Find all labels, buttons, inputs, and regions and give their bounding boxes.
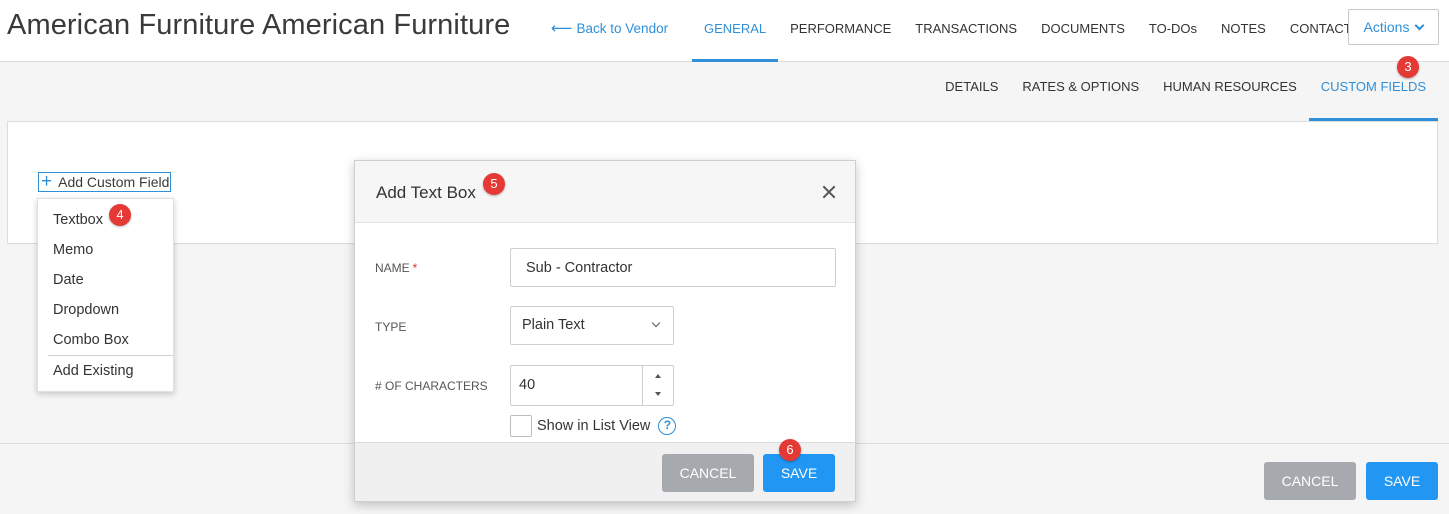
type-selected-value: Plain Text <box>522 317 585 333</box>
menu-item-memo[interactable]: Memo <box>38 235 173 265</box>
arrow-left-icon: ⟵ <box>551 20 573 37</box>
show-in-list-view-label: Show in List View <box>537 418 651 434</box>
dialog-title: Add Text Box <box>376 183 476 202</box>
name-label: NAME * <box>375 261 417 275</box>
page-title: American Furniture American Furniture <box>7 9 511 41</box>
tab-performance[interactable]: PERFORMANCE <box>778 0 903 62</box>
menu-item-textbox[interactable]: Textbox <box>38 205 173 235</box>
subtab-details[interactable]: DETAILS <box>933 62 1010 121</box>
step-down-icon[interactable] <box>643 386 674 405</box>
plus-icon: + <box>41 170 53 192</box>
characters-label: # OF CHARACTERS <box>375 379 488 393</box>
characters-value: 40 <box>519 377 536 393</box>
page-save-button[interactable]: SAVE <box>1366 462 1438 500</box>
sub-tabs: DETAILS RATES & OPTIONS HUMAN RESOURCES … <box>933 62 1438 121</box>
dialog-save-button[interactable]: SAVE <box>763 454 835 492</box>
subtab-custom-fields[interactable]: CUSTOM FIELDS <box>1308 62 1438 121</box>
step-up-icon[interactable] <box>643 366 674 385</box>
menu-item-add-existing[interactable]: Add Existing <box>38 356 173 386</box>
step-badge-4: 4 <box>109 204 131 226</box>
custom-field-type-menu: Textbox Memo Date Dropdown Combo Box Add… <box>37 198 174 392</box>
actions-label: Actions <box>1363 19 1410 35</box>
tab-notes[interactable]: NOTES <box>1209 0 1278 62</box>
show-in-list-view-row: Show in List View ? <box>510 414 677 438</box>
tab-general[interactable]: GENERAL <box>692 0 779 62</box>
menu-item-date[interactable]: Date <box>38 265 173 295</box>
characters-stepper <box>642 366 674 405</box>
back-to-vendor-link[interactable]: ⟵ Back to Vendor <box>551 21 668 36</box>
tab-todos[interactable]: TO-DOs <box>1137 0 1209 62</box>
menu-item-dropdown[interactable]: Dropdown <box>38 295 173 325</box>
characters-input[interactable]: 40 <box>510 365 674 406</box>
add-custom-field-button[interactable]: + Add Custom Field <box>38 170 172 192</box>
dialog-header: Add Text Box <box>355 161 855 223</box>
dialog-cancel-button[interactable]: CANCEL <box>662 454 754 492</box>
chevron-down-icon <box>1415 20 1425 30</box>
required-marker: * <box>412 261 418 275</box>
chevron-down-icon <box>651 318 661 328</box>
step-badge-5: 5 <box>483 173 505 195</box>
actions-button[interactable]: Actions <box>1348 9 1439 45</box>
type-select[interactable]: Plain Text <box>510 306 674 345</box>
add-custom-field-label: Add Custom Field <box>58 174 170 190</box>
menu-item-combo-box[interactable]: Combo Box <box>38 325 173 355</box>
name-input[interactable] <box>510 248 836 287</box>
step-badge-6: 6 <box>779 439 801 461</box>
tab-transactions[interactable]: TRANSACTIONS <box>903 0 1029 62</box>
top-bar: American Furniture American Furniture ⟵ … <box>0 0 1449 62</box>
tab-documents[interactable]: DOCUMENTS <box>1029 0 1137 62</box>
step-badge-3: 3 <box>1397 56 1419 78</box>
type-label: TYPE <box>375 320 407 334</box>
back-link-label: Back to Vendor <box>576 21 669 36</box>
close-icon[interactable] <box>820 183 838 201</box>
subtab-human-resources[interactable]: HUMAN RESOURCES <box>1151 62 1309 121</box>
main-tabs: GENERAL PERFORMANCE TRANSACTIONS DOCUMEN… <box>692 0 1372 62</box>
name-label-text: NAME <box>375 261 410 275</box>
show-in-list-view-checkbox[interactable] <box>510 415 532 437</box>
page-cancel-button[interactable]: CANCEL <box>1264 462 1356 500</box>
subtab-rates-options[interactable]: RATES & OPTIONS <box>1010 62 1151 121</box>
help-icon[interactable]: ? <box>658 417 677 435</box>
